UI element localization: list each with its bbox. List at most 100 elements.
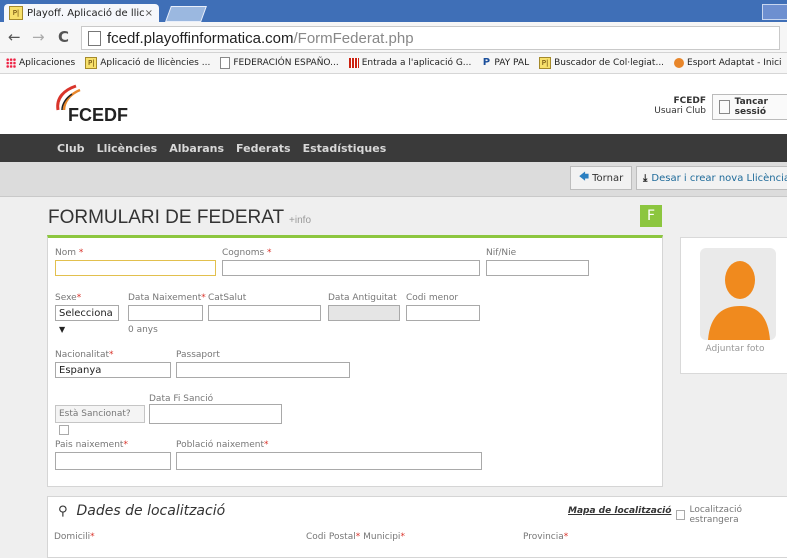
cognoms-input[interactable] — [222, 260, 480, 276]
dropdown-arrow-icon: ▼ — [59, 325, 66, 334]
codi-menor-label: Codi menor — [406, 293, 459, 303]
window-minimize-button[interactable] — [762, 4, 787, 20]
logout-button[interactable]: Tancar sessió — [712, 94, 787, 120]
sexe-select[interactable]: Selecciona ▼ — [55, 305, 119, 334]
bookmark-paypal[interactable]: P PAY PAL — [481, 57, 530, 69]
codi-postal-label: Codi Postal* Municipi* — [306, 532, 405, 542]
page-icon — [220, 57, 231, 69]
catsalut-input[interactable] — [208, 305, 321, 321]
playoff-icon: P| — [539, 57, 552, 69]
provincia-label: Provincia* — [523, 532, 569, 542]
sexe-label: Sexe* — [55, 293, 82, 303]
nif-input[interactable] — [486, 260, 589, 276]
federat-badge: F — [640, 205, 662, 227]
codi-menor-input[interactable] — [406, 305, 480, 321]
bookmark-label: Entrada a l'aplicació G... — [361, 58, 472, 68]
foreign-location-checkbox[interactable] — [676, 510, 686, 520]
poblacio-naixement-label: Població naixement* — [176, 440, 269, 450]
nacionalitat-label: Nacionalitat* — [55, 350, 114, 360]
data-naixement-label: Data Naixement* — [128, 293, 206, 303]
main-menu: Club Llicències Albarans Federats Estadí… — [0, 134, 787, 162]
domicili-label: Domicili* — [54, 532, 95, 542]
info-link[interactable]: +info — [289, 215, 311, 226]
back-button[interactable]: 🡄 Tornar — [570, 166, 632, 190]
reload-icon[interactable]: C — [58, 28, 69, 46]
logout-icon — [719, 100, 730, 114]
forward-arrow-icon[interactable]: → — [32, 28, 45, 46]
data-antiguitat-label: Data Antiguitat — [328, 293, 397, 303]
arrow-left-icon: 🡄 — [578, 171, 590, 183]
location-title-text: Dades de localització — [76, 503, 226, 519]
user-info: FCEDF Usuari Club — [640, 96, 706, 116]
url-path: /FormFederat.php — [293, 29, 414, 47]
poblacio-naixement-input[interactable] — [176, 452, 482, 470]
user-role: Usuari Club — [654, 106, 706, 116]
user-name: FCEDF — [673, 96, 706, 106]
url-host: fcedf.playoffinformatica.com — [107, 29, 294, 47]
nacionalitat-input[interactable]: Espanya — [55, 362, 171, 378]
save-new-licence-button[interactable]: ⤓ Desar i crear nova Llicència — [636, 166, 787, 190]
playoff-icon: P| — [85, 57, 98, 69]
data-fi-sancio-input[interactable] — [149, 404, 282, 424]
map-link[interactable]: Mapa de localització — [568, 506, 671, 516]
cognoms-label: Cognoms * — [222, 248, 272, 258]
back-label: Tornar — [592, 172, 624, 184]
map-marker-icon: ⚲ — [58, 503, 68, 519]
federat-form: Nom * Cognoms * Nif/Nie Sexe* Selecciona… — [47, 235, 663, 487]
paypal-icon: P — [482, 57, 491, 68]
form-title: FORMULARI DE FEDERAT — [48, 207, 284, 228]
data-naixement-input[interactable] — [128, 305, 203, 321]
attach-photo-label[interactable]: Adjuntar foto — [680, 344, 787, 354]
foreign-location-label: Localització estrangera — [689, 505, 743, 525]
passaport-input[interactable] — [176, 362, 350, 378]
fcedf-logo[interactable]: FCEDF — [46, 80, 156, 126]
bookmark-apps[interactable]: Aplicaciones — [6, 58, 75, 68]
data-antiguitat-input — [328, 305, 400, 321]
menu-item-estadistiques[interactable]: Estadístiques — [303, 142, 387, 155]
catsalut-label: CatSalut — [208, 293, 247, 303]
nom-label: Nom * — [55, 248, 84, 258]
menu-item-federats[interactable]: Federats — [236, 142, 291, 155]
bookmark-federacion[interactable]: FEDERACIÓN ESPAÑO... — [220, 57, 339, 69]
tab-title: Playoff. Aplicació de llicència — [27, 7, 145, 19]
back-arrow-icon[interactable]: ← — [8, 28, 21, 46]
bookmark-label: FEDERACIÓN ESPAÑO... — [233, 58, 339, 68]
age-text: 0 anys — [128, 325, 158, 335]
menu-item-llicencies[interactable]: Llicències — [97, 142, 158, 155]
save-label: Desar i crear nova Llicència — [651, 172, 787, 184]
bookmarks-bar: Aplicaciones P| Aplicació de llicències … — [0, 53, 787, 74]
bookmark-label: Esport Adaptat - Inici — [687, 58, 782, 68]
bookmark-aplicacio[interactable]: P| Aplicació de llicències ... — [85, 57, 210, 69]
page-title: FORMULARI DE FEDERAT +info — [48, 207, 311, 229]
nom-input[interactable] — [55, 260, 216, 276]
pais-naixement-label: Pais naixement* — [55, 440, 128, 450]
menu-item-albarans[interactable]: Albarans — [169, 142, 224, 155]
red-bars-icon — [348, 58, 359, 68]
tab-close-icon[interactable]: × — [145, 8, 153, 19]
bookmark-label: PAY PAL — [494, 58, 530, 68]
page-icon — [88, 30, 101, 46]
url-bar[interactable]: fcedf.playoffinformatica.com/FormFederat… — [81, 26, 780, 50]
foreign-location-option[interactable]: Localització estrangera — [676, 505, 787, 525]
nif-label: Nif/Nie — [486, 248, 517, 258]
playoff-favicon-icon: P| — [9, 6, 23, 20]
location-title: ⚲ Dades de localització — [58, 503, 225, 519]
data-fi-sancio-label: Data Fi Sanció — [149, 394, 214, 404]
browser-tab[interactable]: P| Playoff. Aplicació de llicència × — [4, 4, 159, 22]
new-tab-button[interactable] — [165, 6, 207, 22]
svg-text:FCEDF: FCEDF — [68, 105, 128, 125]
bookmark-entrada[interactable]: Entrada a l'aplicació G... — [348, 58, 472, 68]
esport-icon — [674, 58, 685, 68]
logout-label: Tancar sessió — [734, 97, 768, 117]
bookmark-esport[interactable]: Esport Adaptat - Inici — [674, 58, 782, 68]
bookmark-label: Buscador de Col·legiat... — [554, 58, 665, 68]
bookmark-label: Aplicació de llicències ... — [100, 58, 211, 68]
pais-naixement-input[interactable] — [55, 452, 171, 470]
bookmark-buscador[interactable]: P| Buscador de Col·legiat... — [539, 57, 664, 69]
avatar-placeholder-icon[interactable] — [700, 248, 776, 340]
apps-icon — [6, 58, 16, 68]
passaport-label: Passaport — [176, 350, 220, 360]
sancionat-toggle[interactable]: Està Sancionat? — [55, 405, 145, 435]
menu-item-club[interactable]: Club — [57, 142, 85, 155]
bookmark-label: Aplicaciones — [19, 58, 76, 68]
